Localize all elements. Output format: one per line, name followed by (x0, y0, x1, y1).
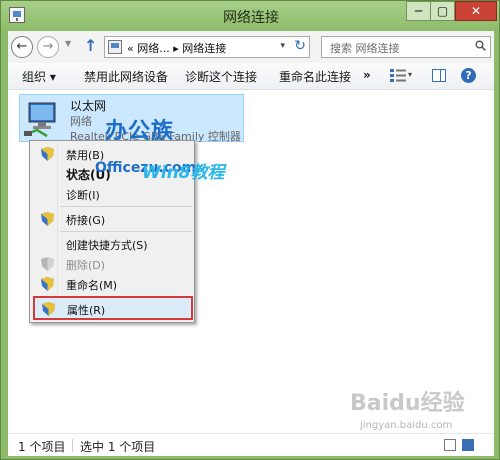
maximize-button[interactable]: ▢ (431, 1, 455, 21)
address-path[interactable]: « 网络... ▸ 网络连接 (127, 40, 226, 56)
menu-item-rename[interactable]: 重命名(M) (32, 274, 192, 294)
watermark-tutorial: Win8教程 (142, 163, 225, 183)
minimize-button[interactable]: ─ (406, 1, 431, 21)
rename-button[interactable]: 重命名此连接 (279, 68, 351, 85)
menu-separator (60, 231, 192, 232)
ethernet-adapter-icon (24, 102, 56, 138)
search-input[interactable]: 搜索 网络连接 (321, 36, 491, 58)
title-bar[interactable]: 网络连接 ─ ▢ ✕ (1, 1, 499, 31)
large-icons-view-icon[interactable] (462, 439, 474, 451)
selection-count: 选中 1 个项目 (80, 440, 156, 454)
back-button[interactable]: ← (11, 36, 33, 58)
status-divider (72, 439, 73, 452)
search-placeholder: 搜索 网络连接 (330, 42, 400, 55)
help-icon[interactable]: ? (461, 68, 476, 83)
menu-item-bridge[interactable]: 桥接(G) (32, 209, 192, 229)
item-count: 1 个项目 (18, 440, 66, 454)
menu-item-label: 删除(D) (66, 259, 106, 272)
uac-shield-icon (41, 257, 54, 271)
disable-device-button[interactable]: 禁用此网络设备 (84, 68, 168, 85)
address-bar[interactable]: « 网络... ▸ 网络连接 ▾ ↻ (104, 36, 310, 58)
forward-button[interactable]: → (37, 36, 59, 58)
refresh-button[interactable]: ↻ (294, 38, 306, 54)
preview-pane-icon[interactable] (432, 69, 446, 82)
watermark-brand: 办公族 (105, 119, 175, 144)
adapter-name: 以太网 (70, 99, 107, 113)
command-bar: 组织 ▾ 禁用此网络设备 诊断这个连接 重命名此连接 » ▾ ? (8, 63, 494, 90)
close-button[interactable]: ✕ (455, 1, 497, 21)
menu-item-delete: 删除(D) (32, 254, 192, 274)
watermark-baidu-logo: Baidu经验 (350, 391, 465, 416)
navigation-bar: ← → ▼ ↑ « 网络... ▸ 网络连接 ▾ ↻ 搜索 网络连接 (8, 31, 494, 63)
search-icon[interactable] (475, 40, 486, 51)
status-bar: 1 个项目 选中 1 个项目 (8, 433, 494, 456)
menu-item-label: 创建快捷方式(S) (66, 239, 148, 252)
menu-separator (60, 206, 192, 207)
details-view-icon[interactable] (444, 439, 456, 451)
view-options-icon[interactable] (390, 69, 406, 82)
watermark-baidu-url: jingyan.baidu.com (360, 420, 453, 431)
menu-item-label: 重命名(M) (66, 279, 118, 292)
diagnose-button[interactable]: 诊断这个连接 (185, 68, 257, 85)
recent-locations-button[interactable]: ▼ (65, 39, 71, 48)
control-panel-icon (108, 40, 122, 54)
menu-item-label: 诊断(I) (66, 189, 100, 202)
uac-shield-icon (41, 212, 54, 226)
more-commands-button[interactable]: » (363, 68, 371, 82)
address-dropdown[interactable]: ▾ (280, 41, 285, 51)
uac-shield-icon (41, 277, 54, 291)
menu-item-create-shortcut[interactable]: 创建快捷方式(S) (32, 234, 192, 254)
up-button[interactable]: ↑ (84, 36, 97, 55)
menu-item-diagnose[interactable]: 诊断(I) (32, 184, 192, 204)
menu-item-label: 桥接(G) (66, 214, 106, 227)
menu-item-properties[interactable]: 属性(R) (33, 296, 193, 320)
uac-shield-icon (41, 147, 54, 161)
adapter-status: 网络 (70, 115, 92, 128)
menu-item-label: 属性(R) (67, 304, 106, 317)
organize-button[interactable]: 组织 ▾ (22, 68, 56, 85)
uac-shield-icon (42, 302, 55, 316)
view-dropdown[interactable]: ▾ (408, 70, 412, 79)
